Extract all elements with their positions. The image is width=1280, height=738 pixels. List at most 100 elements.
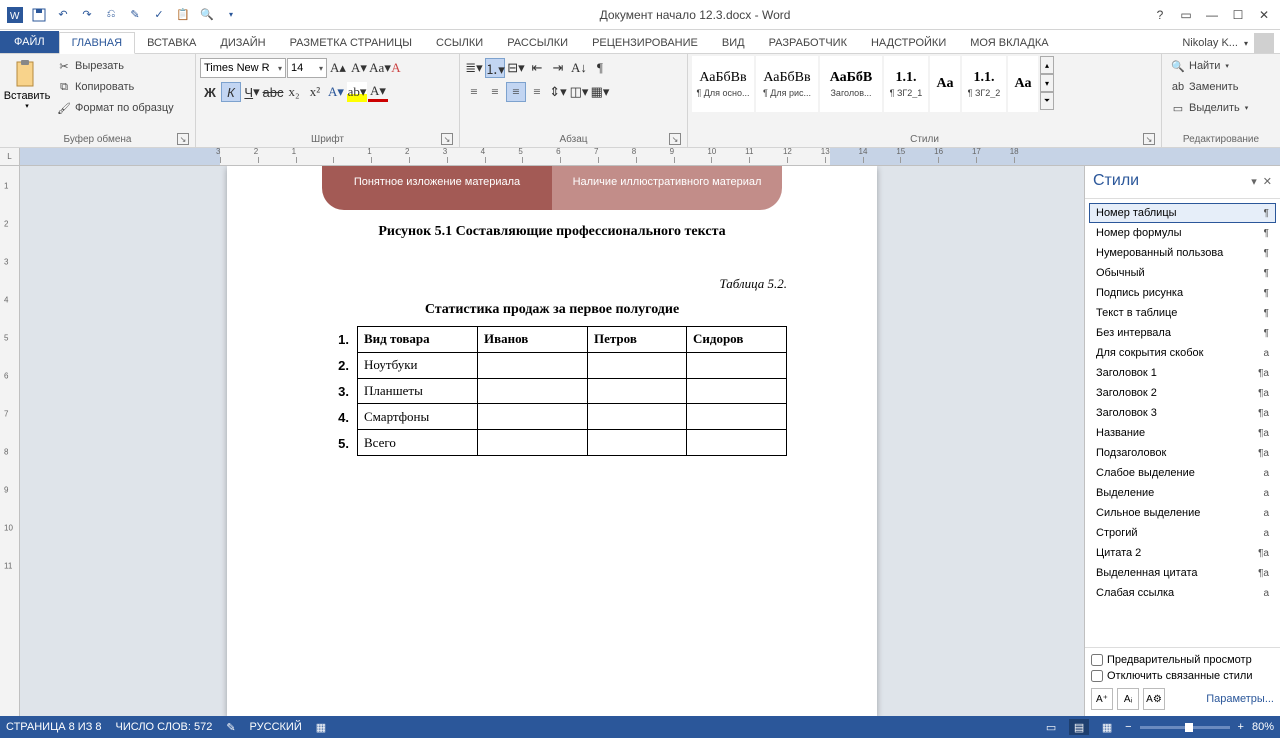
manage-styles-icon[interactable]: A⚙ xyxy=(1143,688,1165,710)
font-color-icon[interactable]: A▾ xyxy=(368,82,388,102)
zoom-out-icon[interactable]: − xyxy=(1125,721,1131,733)
style-list-item[interactable]: Номер формулы¶ xyxy=(1089,223,1276,243)
ruler-corner[interactable]: L xyxy=(0,148,20,165)
save-icon[interactable] xyxy=(28,4,50,26)
align-right-icon[interactable]: ≡ xyxy=(506,82,526,102)
style-list-item[interactable]: Для сокрытия скобокa xyxy=(1089,343,1276,363)
tab-home[interactable]: ГЛАВНАЯ xyxy=(59,32,135,54)
underline-icon[interactable]: Ч▾ xyxy=(242,82,262,102)
spell-icon[interactable]: ✎ xyxy=(226,721,235,734)
bullets-icon[interactable]: ≣▾ xyxy=(464,58,484,78)
style-item[interactable]: АаБбВв¶ Для осно... xyxy=(692,56,754,112)
style-list-item[interactable]: Слабая ссылкаa xyxy=(1089,583,1276,603)
style-item[interactable]: Аа xyxy=(930,56,960,112)
style-list-item[interactable]: Слабое выделениеa xyxy=(1089,463,1276,483)
style-list-item[interactable]: Сильное выделениеa xyxy=(1089,503,1276,523)
qat-icon[interactable]: ✓ xyxy=(148,4,170,26)
tab-developer[interactable]: РАЗРАБОТЧИК xyxy=(757,33,859,53)
document-area[interactable]: Понятное изложение материала Наличие илл… xyxy=(20,166,1084,716)
style-list-item[interactable]: Подзаголовок¶a xyxy=(1089,443,1276,463)
vertical-ruler[interactable]: 123 456 789 1011 xyxy=(0,166,20,716)
macro-icon[interactable]: ▦ xyxy=(316,721,326,734)
styles-launcher[interactable]: ↘ xyxy=(1143,133,1155,145)
style-list-item[interactable]: Подпись рисунка¶ xyxy=(1089,283,1276,303)
style-list-item[interactable]: Заголовок 1¶a xyxy=(1089,363,1276,383)
params-link[interactable]: Параметры... xyxy=(1206,693,1274,705)
style-list-item[interactable]: Заголовок 3¶a xyxy=(1089,403,1276,423)
styles-list[interactable]: Номер таблицы¶Номер формулы¶Нумерованный… xyxy=(1085,199,1280,647)
format-painter-button[interactable]: 🖌Формат по образцу xyxy=(52,98,178,118)
ribbon-options-icon[interactable]: ▭ xyxy=(1174,5,1198,25)
grow-font-icon[interactable]: A▴ xyxy=(328,58,348,78)
indent-dec-icon[interactable]: ⇤ xyxy=(527,58,547,78)
style-item[interactable]: Аа xyxy=(1008,56,1038,112)
redo-icon[interactable]: ↷ xyxy=(76,4,98,26)
tab-file[interactable]: ФАЙЛ xyxy=(0,31,59,53)
undo-icon[interactable]: ↶ xyxy=(52,4,74,26)
preview-icon[interactable]: 🔍 xyxy=(196,4,218,26)
bold-icon[interactable]: Ж xyxy=(200,82,220,102)
subscript-icon[interactable]: x₂ xyxy=(284,82,304,102)
style-item[interactable]: АаБбВв¶ Для рис... xyxy=(756,56,818,112)
style-item[interactable]: 1.1.¶ ЗГ2_1 xyxy=(884,56,928,112)
qat-icon[interactable]: ✎ xyxy=(124,4,146,26)
tab-addins[interactable]: НАДСТРОЙКИ xyxy=(859,33,958,53)
multilevel-icon[interactable]: ⊟▾ xyxy=(506,58,526,78)
tab-layout[interactable]: РАЗМЕТКА СТРАНИЦЫ xyxy=(278,33,424,53)
tab-references[interactable]: ССЫЛКИ xyxy=(424,33,495,53)
style-list-item[interactable]: Выделенная цитата¶a xyxy=(1089,563,1276,583)
zoom-value[interactable]: 80% xyxy=(1252,721,1274,733)
font-name-combo[interactable]: Times New R▾ xyxy=(200,58,286,78)
change-case-icon[interactable]: Aa▾ xyxy=(370,58,390,78)
zoom-slider[interactable] xyxy=(1140,726,1230,729)
replace-button[interactable]: abЗаменить xyxy=(1166,77,1242,97)
show-marks-icon[interactable]: ¶ xyxy=(590,58,610,78)
style-list-item[interactable]: Заголовок 2¶a xyxy=(1089,383,1276,403)
zoom-in-icon[interactable]: + xyxy=(1238,721,1244,733)
italic-icon[interactable]: К xyxy=(221,82,241,102)
style-list-item[interactable]: Обычный¶ xyxy=(1089,263,1276,283)
style-inspector-icon[interactable]: Aᵢ xyxy=(1117,688,1139,710)
word-count[interactable]: ЧИСЛО СЛОВ: 572 xyxy=(116,721,213,733)
print-layout-icon[interactable]: ▤ xyxy=(1069,719,1089,735)
style-scroll[interactable]: ▴▾⏷ xyxy=(1040,56,1054,132)
preview-checkbox[interactable]: Предварительный просмотр xyxy=(1091,654,1274,666)
new-style-icon[interactable]: A⁺ xyxy=(1091,688,1113,710)
tab-view[interactable]: ВИД xyxy=(710,33,757,53)
para-launcher[interactable]: ↘ xyxy=(669,133,681,145)
strike-icon[interactable]: abc xyxy=(263,82,283,102)
style-item[interactable]: 1.1.¶ ЗГ2_2 xyxy=(962,56,1006,112)
indent-inc-icon[interactable]: ⇥ xyxy=(548,58,568,78)
justify-icon[interactable]: ≡ xyxy=(527,82,547,102)
clear-format-icon[interactable]: A⃠ xyxy=(391,58,411,78)
align-left-icon[interactable]: ≡ xyxy=(464,82,484,102)
tab-insert[interactable]: ВСТАВКА xyxy=(135,33,208,53)
help-icon[interactable]: ? xyxy=(1148,5,1172,25)
select-button[interactable]: ▭Выделить▾ xyxy=(1166,98,1252,118)
align-center-icon[interactable]: ≡ xyxy=(485,82,505,102)
tab-mailings[interactable]: РАССЫЛКИ xyxy=(495,33,580,53)
borders-icon[interactable]: ▦▾ xyxy=(590,82,610,102)
font-launcher[interactable]: ↘ xyxy=(441,133,453,145)
style-list-item[interactable]: Нумерованный пользова¶ xyxy=(1089,243,1276,263)
maximize-icon[interactable]: ☐ xyxy=(1226,5,1250,25)
copy-button[interactable]: ⧉Копировать xyxy=(52,77,178,97)
style-list-item[interactable]: Без интервала¶ xyxy=(1089,323,1276,343)
sort-icon[interactable]: A↓ xyxy=(569,58,589,78)
qat-more-icon[interactable]: ▾ xyxy=(220,4,242,26)
qat-icon[interactable]: ⎌ xyxy=(100,4,122,26)
line-spacing-icon[interactable]: ⇕▾ xyxy=(548,82,568,102)
web-layout-icon[interactable]: ▦ xyxy=(1097,719,1117,735)
horizontal-ruler[interactable]: L 321 12 345 678 91011 121314 151617 18 xyxy=(0,148,1280,166)
style-list-item[interactable]: Строгийa xyxy=(1089,523,1276,543)
clipboard-launcher[interactable]: ↘ xyxy=(177,133,189,145)
shrink-font-icon[interactable]: A▾ xyxy=(349,58,369,78)
tab-custom[interactable]: МОЯ ВКЛАДКА xyxy=(958,33,1060,53)
numbering-icon[interactable]: ⒈▾ xyxy=(485,58,505,78)
superscript-icon[interactable]: x² xyxy=(305,82,325,102)
language-status[interactable]: РУССКИЙ xyxy=(250,721,302,733)
paste-button[interactable]: Вставить ▾ xyxy=(4,56,50,112)
font-size-combo[interactable]: 14▾ xyxy=(287,58,327,78)
style-list-item[interactable]: Текст в таблице¶ xyxy=(1089,303,1276,323)
find-button[interactable]: 🔍Найти▾ xyxy=(1166,56,1233,76)
